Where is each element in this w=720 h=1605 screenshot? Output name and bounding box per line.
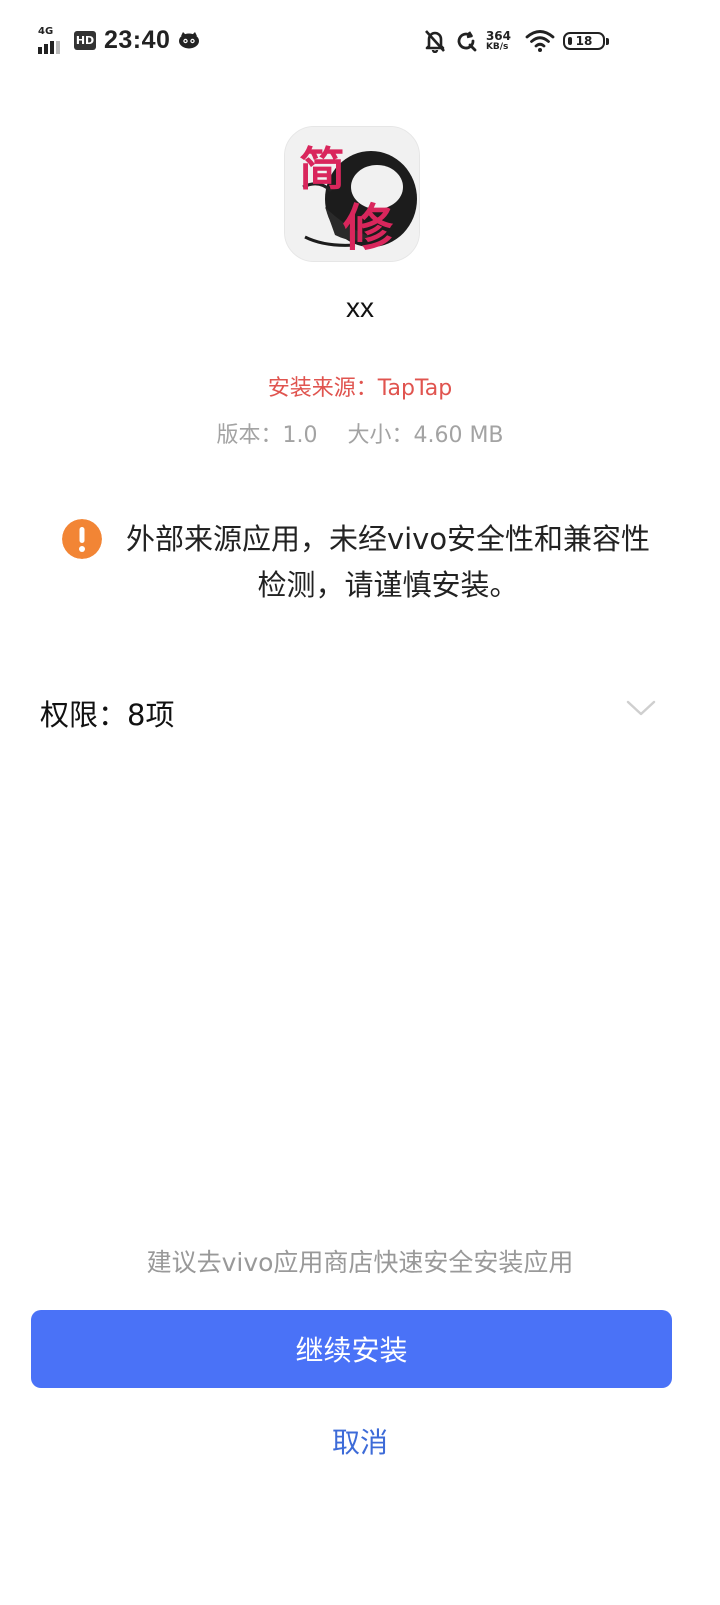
- status-bar-left: 4G HD 23:40: [38, 22, 200, 58]
- app-store-suggestion[interactable]: 建议去vivo应用商店快速安全安装应用: [0, 1243, 720, 1279]
- status-time: 23:40: [104, 25, 171, 54]
- chevron-down-icon[interactable]: [626, 698, 656, 718]
- battery-icon: 18: [563, 32, 609, 50]
- app-meta: 版本：1.0 大小：4.60 MB: [0, 417, 720, 449]
- security-warning: 外部来源应用，未经vivo安全性和兼容性检测，请谨慎安装。: [60, 516, 660, 608]
- warning-text: 外部来源应用，未经vivo安全性和兼容性检测，请谨慎安装。: [125, 522, 651, 602]
- install-source: 安装来源：TapTap: [267, 376, 453, 401]
- continue-install-button[interactable]: 继续安装: [31, 1310, 672, 1388]
- app-icon: 简 修: [284, 126, 420, 262]
- cancel-button[interactable]: 取消: [260, 1413, 460, 1469]
- svg-text:修: 修: [343, 199, 394, 257]
- svg-text:简: 简: [299, 142, 345, 196]
- app-version: 版本：1.0: [216, 423, 318, 448]
- mute-bell-icon: [424, 30, 445, 53]
- network-speed: 364 KB/s: [486, 30, 511, 52]
- app-notification-face-icon: [179, 32, 200, 49]
- hd-icon: HD: [74, 30, 96, 50]
- speed-unit: KB/s: [485, 42, 509, 52]
- network-type-label: 4G: [38, 26, 54, 37]
- app-name: xx: [346, 292, 374, 323]
- battery-level: 18: [575, 34, 593, 48]
- permissions-label: 权限：8项: [40, 698, 175, 732]
- install-screen: 4G HD 23:40 364 KB/s 18 简 修 xx 安装来源：TapT…: [0, 0, 720, 1605]
- status-bar-right: 364 KB/s 18: [416, 24, 609, 58]
- wifi-icon: [525, 30, 555, 52]
- warning-icon: [62, 519, 102, 559]
- status-bar: 4G HD 23:40 364 KB/s 18: [0, 0, 720, 80]
- permissions-row[interactable]: 权限：8项: [0, 686, 720, 742]
- signal-icon: 4G: [38, 26, 68, 54]
- sync-icon: [457, 31, 477, 52]
- speed-value: 364: [485, 29, 511, 43]
- app-size: 大小：4.60 MB: [347, 423, 504, 448]
